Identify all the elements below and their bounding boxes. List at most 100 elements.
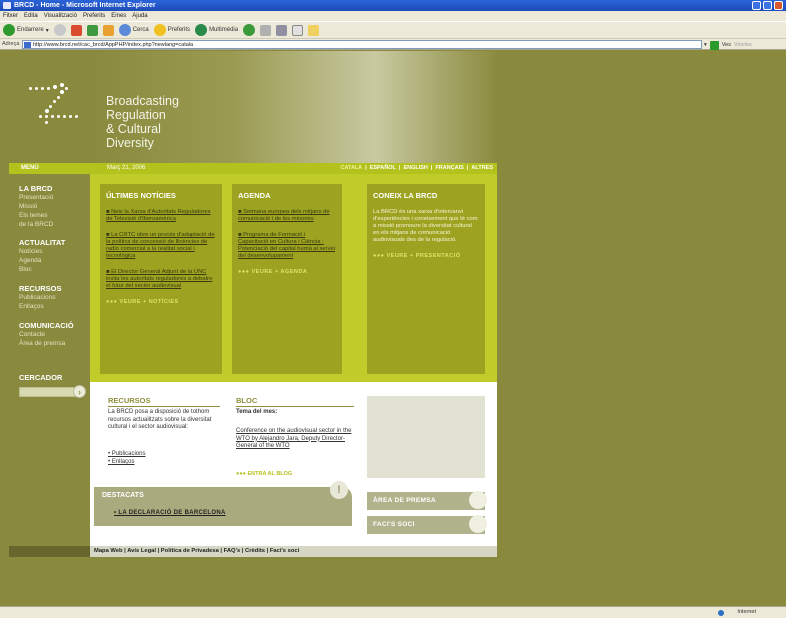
lang-francais[interactable]: FRANÇAIS [435,163,463,174]
about-box: CONEIX LA BRCD La BRCD és una xarxa d'in… [367,184,485,374]
sidebar-heading-actualitat[interactable]: ACTUALITAT [19,238,65,247]
press-area-button[interactable]: ÀREA DE PREMSA [367,491,487,510]
agenda-item[interactable]: ■ Setmana europea dels mitjans de comuni… [238,209,336,223]
address-input[interactable]: http://www.brcd.net/cac_brcd/AppPHP/inde… [22,40,702,49]
footer-left-bar [9,546,90,557]
sidebar-item-temes[interactable]: Els temes [19,212,48,219]
about-text: La BRCD és una xarxa d'intercanvi d'expe… [373,209,478,243]
menu-view[interactable]: Visualització [44,11,77,21]
sidebar-item-enllacos[interactable]: Enllaços [19,303,44,310]
print-icon[interactable] [276,24,288,36]
sidebar-item-area-premsa[interactable]: Àrea de premsa [19,340,65,347]
close-button[interactable] [774,1,783,10]
agenda-item[interactable]: ■ Programa de Formació i Capacitació en … [238,232,336,260]
circle-icon [469,515,487,533]
menu-label: MENÚ [21,165,39,171]
main-content: ÚLTIMES NOTÍCIES ■ Neix la Xarxa d'Autor… [90,174,497,546]
search-icon [118,24,131,36]
menu-edit[interactable]: Edita [24,11,38,21]
image-placeholder [367,396,485,478]
search-input[interactable] [19,387,79,397]
menu-favorites[interactable]: Preferits [83,11,105,21]
sidebar-item-bloc[interactable]: Bloc [19,266,32,273]
site-title: Broadcasting Regulation & Cultural Diver… [106,94,179,150]
resources-link-enllacos[interactable]: • Enllaços [108,459,134,465]
highlights-link[interactable]: • LA DECLARACIÓ DE BARCELONA [114,510,226,516]
agenda-box: AGENDA ■ Setmana europea dels mitjans de… [232,184,342,374]
news-more-link[interactable]: ●●● VEURE + NOTÍCIES [106,299,216,305]
sidebar: LA BRCD Presentació Missió Els temes de … [9,174,90,546]
history-icon[interactable] [243,24,256,36]
agenda-more-link[interactable]: ●●● VEURE + AGENDA [238,269,336,275]
window-title-bar: BRCD - Home - Microsoft Internet Explore… [0,0,786,11]
blog-heading: BLOC [236,396,354,407]
news-item[interactable]: ■ El Director General Adjunt de la UNC i… [106,269,216,290]
brcd-logo[interactable] [9,51,90,163]
ie-icon [3,2,11,9]
window-controls [752,1,783,10]
status-bar: Internet [0,606,786,618]
news-item[interactable]: ■ La CRTC obre un procés d'adaptació de … [106,232,216,260]
date-label: Març 21, 2006 [107,165,146,171]
highlights-heading: DESTACATS [102,492,144,499]
sidebar-heading-recursos[interactable]: RECURSOS [19,284,62,293]
news-item[interactable]: ■ Neix la Xarxa d'Autoritats Reguladores… [106,209,216,223]
stop-icon[interactable] [70,24,82,36]
back-arrow-icon [3,24,15,36]
menu-tools[interactable]: Eines [111,11,126,21]
mail-icon[interactable] [260,24,272,36]
forward-button[interactable] [53,24,66,36]
lang-altres[interactable]: ALTRES [471,163,493,174]
home-icon[interactable] [102,24,114,36]
back-button[interactable]: Endarrere ▾ [3,24,49,36]
minimize-button[interactable] [752,1,761,10]
blog-link[interactable]: Conference on the audiovisual sector in … [236,428,354,451]
menu-file[interactable]: Fitxer [3,11,18,21]
highlights-panel: DESTACATS ! • LA DECLARACIÓ DE BARCELONA [94,481,352,526]
edit-icon[interactable] [292,24,304,36]
top-nav-bar: MENÚ Març 21, 2006 CATALÀ | ESPAÑOL | ENGL… [9,163,497,174]
media-button[interactable]: Multimèdia [195,24,238,36]
sidebar-heading-comunicacio[interactable]: COMUNICACIÓ [19,321,74,330]
lang-espanol[interactable]: ESPAÑOL [370,163,396,174]
become-member-button[interactable]: FACI'S SOCI [367,515,487,534]
address-label: Adreça [2,41,20,47]
menu-help[interactable]: Ajuda [132,11,147,21]
alert-icon: ! [330,481,348,499]
search-submit-button[interactable]: › [73,385,86,398]
go-button[interactable] [709,41,719,50]
globe-icon [718,610,724,616]
links-label[interactable]: Vincles [734,40,752,51]
blog-subheading: Tema del mes: [236,409,278,415]
blog-more-link[interactable]: ●●● ENTRA AL BLOG [236,471,292,479]
refresh-icon[interactable] [86,24,98,36]
favorites-button[interactable]: Preferits [153,24,190,36]
footer-links[interactable]: Mapa Web | Avís Legal | Política de Priv… [90,546,497,557]
sidebar-item-noticies[interactable]: Notícies [19,248,42,255]
sidebar-item-missio[interactable]: Missió [19,203,37,210]
address-bar: Adreça http://www.brcd.net/cac_brcd/AppP… [0,38,786,50]
sidebar-item-presentacio[interactable]: Presentació [19,194,53,201]
news-box: ÚLTIMES NOTÍCIES ■ Neix la Xarxa d'Autor… [100,184,222,374]
maximize-button[interactable] [763,1,772,10]
search-button[interactable]: Cerca [118,24,149,36]
resources-text: La BRCD posa a disposició de tothom recu… [108,409,212,430]
lang-english[interactable]: ENGLISH [403,163,427,174]
sidebar-item-publicacions[interactable]: Publicacions [19,294,56,301]
sidebar-item-agenda[interactable]: Agenda [19,257,41,264]
about-heading: CONEIX LA BRCD [373,191,438,200]
page-icon [24,42,31,48]
media-icon [195,24,208,36]
sidebar-item-temes-2[interactable]: de la BRCD [19,221,53,228]
status-zone: Internet [737,609,756,615]
circle-icon [469,491,487,509]
sidebar-item-contacte[interactable]: Contacte [19,331,45,338]
resources-link-publicacions[interactable]: • Publicacions [108,451,145,457]
lang-catala[interactable]: CATALÀ [340,163,362,174]
address-go-group: ▾ Ves Vincles [704,40,752,51]
sidebar-heading-la-brcd[interactable]: LA BRCD [19,184,52,193]
about-more-link[interactable]: ●●● VEURE + PRESENTACIÓ [373,253,479,259]
folder-icon[interactable] [308,24,320,36]
menu-bar: Fitxer Edita Visualització Preferits Ein… [0,11,786,21]
news-heading: ÚLTIMES NOTÍCIES [106,191,176,200]
